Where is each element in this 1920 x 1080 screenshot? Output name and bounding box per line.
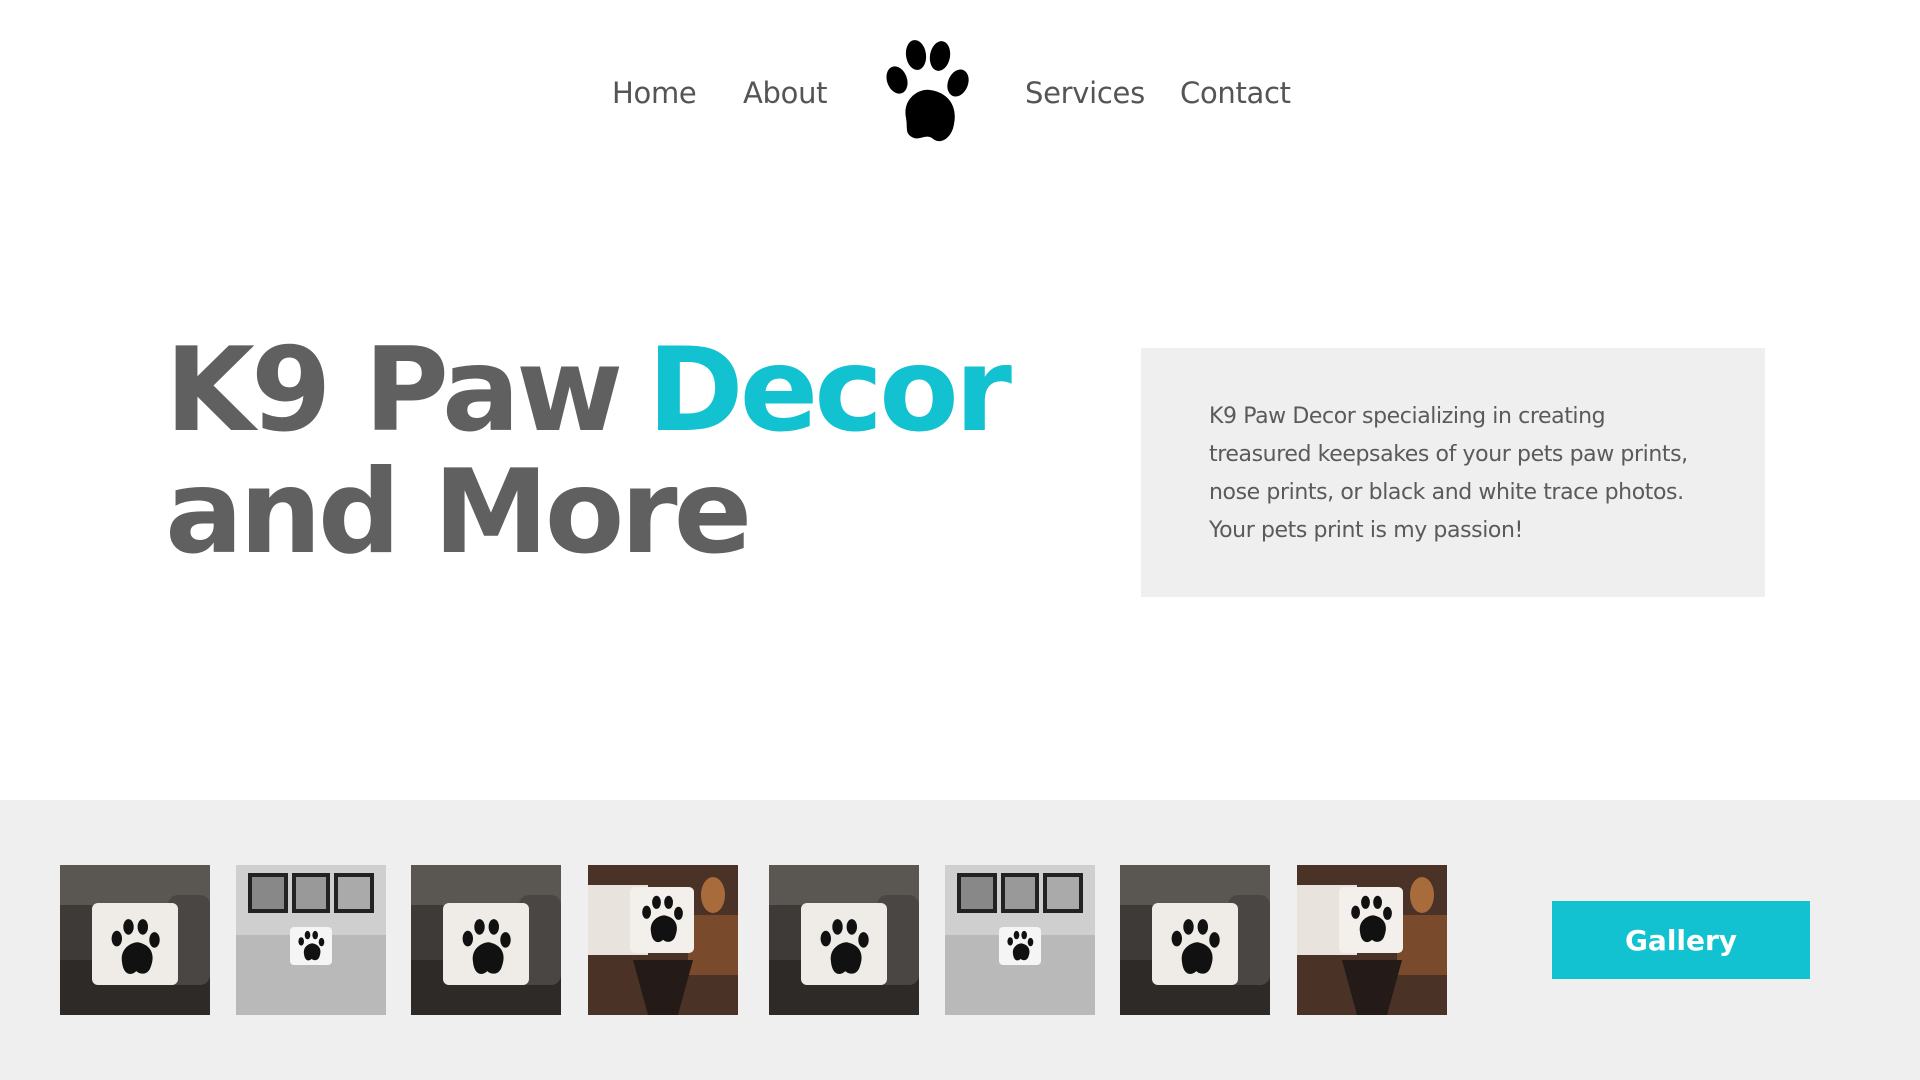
gallery-thumbnail[interactable] xyxy=(411,865,561,1015)
product-photo xyxy=(60,865,210,1015)
product-photo xyxy=(1120,865,1270,1015)
product-photo xyxy=(236,865,386,1015)
hero-title: K9 Paw Decor and More xyxy=(165,330,1012,574)
nav-home-link[interactable]: Home xyxy=(612,76,697,110)
gallery-thumbnail[interactable] xyxy=(769,865,919,1015)
intro-text: K9 Paw Decor specializing in creating tr… xyxy=(1209,404,1688,543)
intro-text-box: K9 Paw Decor specializing in creating tr… xyxy=(1141,348,1765,597)
product-photo xyxy=(411,865,561,1015)
gallery-thumbnail[interactable] xyxy=(588,865,738,1015)
gallery-thumbnail[interactable] xyxy=(945,865,1095,1015)
gallery-thumbnail[interactable] xyxy=(1120,865,1270,1015)
nav-about-link[interactable]: About xyxy=(743,76,828,110)
product-photo xyxy=(945,865,1095,1015)
gallery-button[interactable]: Gallery xyxy=(1552,901,1810,979)
paw-print-logo-icon[interactable] xyxy=(884,38,970,148)
hero-title-accent: Decor xyxy=(647,323,1012,458)
hero-title-line2: and More xyxy=(165,445,752,580)
nav-contact-link[interactable]: Contact xyxy=(1180,76,1291,110)
gallery-thumbnail[interactable] xyxy=(60,865,210,1015)
gallery-thumbnail[interactable] xyxy=(236,865,386,1015)
top-navigation: Home About Services Contact xyxy=(0,0,1920,190)
hero-title-part1: K9 Paw xyxy=(165,323,623,458)
gallery-thumbnail[interactable] xyxy=(1297,865,1447,1015)
product-photo xyxy=(1297,865,1447,1015)
nav-services-link[interactable]: Services xyxy=(1025,76,1145,110)
product-photo xyxy=(769,865,919,1015)
gallery-strip: Gallery xyxy=(0,800,1920,1080)
product-photo xyxy=(588,865,738,1015)
